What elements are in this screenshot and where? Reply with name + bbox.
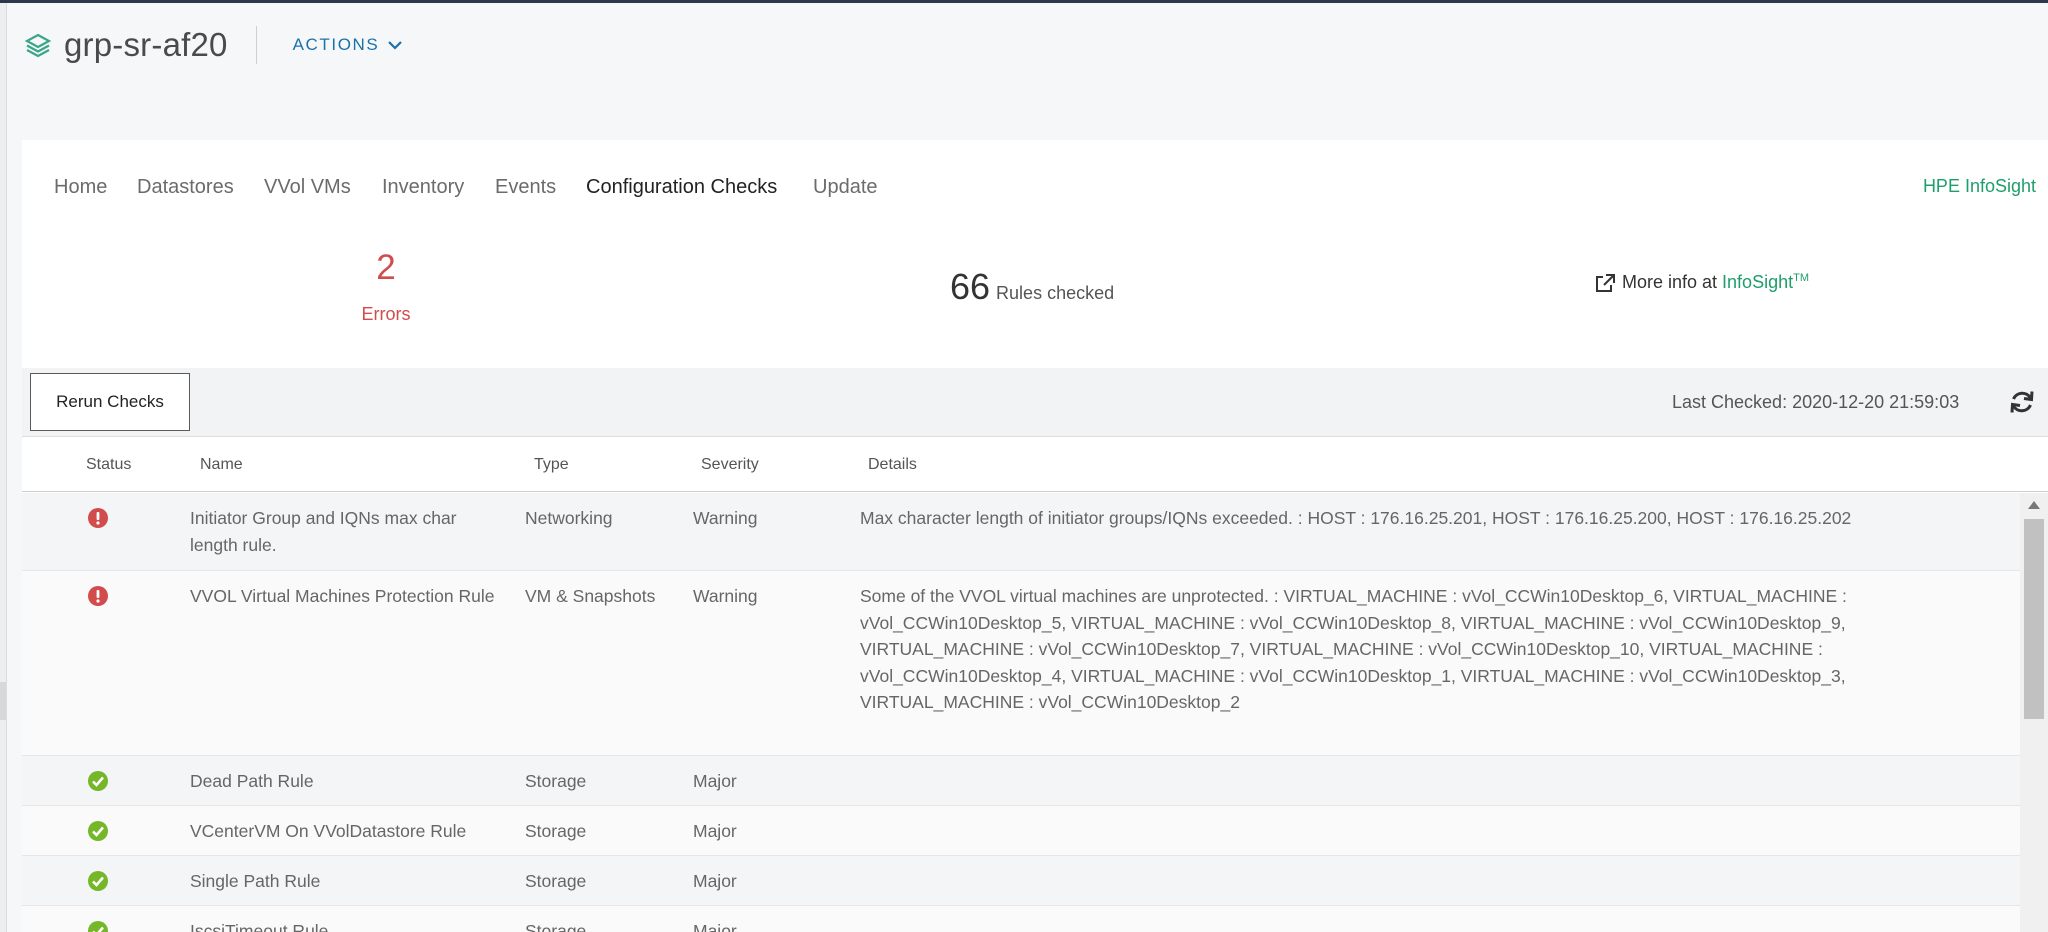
rule-type: Networking — [525, 508, 613, 528]
object-title: grp-sr-af20 — [64, 26, 228, 63]
table-header: Status Name Type Severity Details — [22, 437, 2048, 492]
header-divider — [255, 26, 257, 64]
layers-icon — [24, 33, 52, 58]
table-row[interactable]: Initiator Group and IQNs max char length… — [22, 493, 2020, 571]
table-row[interactable]: VCenterVM On VVolDatastore Rule Storage … — [22, 806, 2020, 856]
check-circle-icon — [88, 921, 108, 932]
rule-details: Some of the VVOL virtual machines are un… — [860, 586, 1847, 712]
left-sidebar-edge — [0, 3, 7, 932]
sidebar-collapse-handle[interactable] — [0, 682, 6, 720]
tab-events[interactable]: Events — [495, 176, 556, 199]
rule-type: Storage — [525, 921, 587, 932]
column-status[interactable]: Status — [86, 456, 131, 474]
tab-configuration-checks[interactable]: Configuration Checks — [586, 176, 777, 199]
main-panel: Home Datastores VVol VMs Inventory Event… — [22, 140, 2048, 932]
table-row[interactable]: Single Path Rule Storage Major — [22, 856, 2020, 906]
rule-severity: Major — [693, 771, 737, 791]
tab-datastores[interactable]: Datastores — [137, 176, 234, 199]
errors-label[interactable]: Errors — [340, 304, 432, 325]
scroll-up-arrow[interactable] — [2028, 501, 2040, 509]
rule-name: Dead Path Rule — [190, 771, 314, 791]
rule-name: VCenterVM On VVolDatastore Rule — [190, 821, 467, 841]
check-circle-icon — [88, 771, 108, 791]
rule-details: Max character length of initiator groups… — [860, 508, 1852, 528]
rules-count: 66 — [950, 266, 991, 307]
tab-vvol-vms[interactable]: VVol VMs — [264, 176, 351, 199]
rules-checked: 66 Rules checked — [950, 266, 1114, 308]
rule-severity: Warning — [693, 586, 758, 606]
rule-type: Storage — [525, 821, 587, 841]
summary-panel: 2 Errors 66 Rules checked More info at I… — [22, 236, 2048, 369]
rule-type: VM & Snapshots — [525, 586, 656, 606]
more-info-text: More info at — [1622, 272, 1718, 292]
column-type[interactable]: Type — [534, 456, 569, 474]
trademark: TM — [1793, 272, 1809, 284]
rule-type: Storage — [525, 771, 587, 791]
actions-label: ACTIONS — [292, 35, 380, 54]
checks-toolbar: Rerun Checks Last Checked: 2020-12-20 21… — [22, 368, 2048, 437]
rule-name: Single Path Rule — [190, 871, 321, 891]
table-body: Initiator Group and IQNs max char length… — [22, 493, 2020, 932]
rule-type: Storage — [525, 871, 587, 891]
table-row[interactable]: Dead Path Rule Storage Major — [22, 756, 2020, 806]
errors-count[interactable]: 2 — [352, 248, 420, 288]
column-severity[interactable]: Severity — [701, 456, 759, 474]
hpe-infosight-link[interactable]: HPE InfoSight — [1923, 176, 2036, 197]
tab-inventory[interactable]: Inventory — [382, 176, 464, 199]
scroll-thumb[interactable] — [2024, 519, 2044, 719]
rule-name: IscsiTimeout Rule — [190, 921, 329, 932]
refresh-icon[interactable] — [2008, 388, 2036, 416]
last-checked-timestamp: Last Checked: 2020-12-20 21:59:03 — [1672, 392, 1960, 412]
table-scrollbar[interactable] — [2020, 493, 2048, 932]
column-details[interactable]: Details — [868, 456, 917, 474]
rule-severity: Major — [693, 871, 737, 891]
exclamation-circle-icon — [88, 508, 108, 528]
rule-name: Initiator Group and IQNs max char length… — [190, 508, 457, 555]
rerun-checks-button[interactable]: Rerun Checks — [30, 373, 190, 431]
external-link-icon — [1596, 273, 1615, 292]
object-header: grp-sr-af20 ACTIONS — [24, 20, 403, 70]
check-circle-icon — [88, 871, 108, 891]
window-top-border — [0, 0, 2048, 3]
column-name[interactable]: Name — [200, 456, 243, 474]
more-info: More info at InfoSightTM — [1594, 272, 1809, 293]
exclamation-circle-icon — [88, 586, 108, 606]
infosight-link[interactable]: InfoSightTM — [1722, 272, 1809, 293]
tab-home[interactable]: Home — [54, 176, 107, 199]
actions-menu-button[interactable]: ACTIONS — [293, 35, 404, 55]
tab-bar: Home Datastores VVol VMs Inventory Event… — [22, 140, 2048, 237]
table-row[interactable]: VVOL Virtual Machines Protection Rule VM… — [22, 571, 2020, 756]
table-row[interactable]: IscsiTimeout Rule Storage Major — [22, 906, 2020, 932]
check-circle-icon — [88, 821, 108, 841]
rule-severity: Major — [693, 821, 737, 841]
chevron-down-icon — [388, 41, 403, 50]
rule-severity: Warning — [693, 508, 758, 528]
tab-update[interactable]: Update — [813, 176, 878, 199]
rule-name: VVOL Virtual Machines Protection Rule — [190, 586, 495, 606]
rule-severity: Major — [693, 921, 737, 932]
rules-label: Rules checked — [996, 283, 1115, 303]
infosight-link-text: InfoSight — [1722, 272, 1794, 292]
